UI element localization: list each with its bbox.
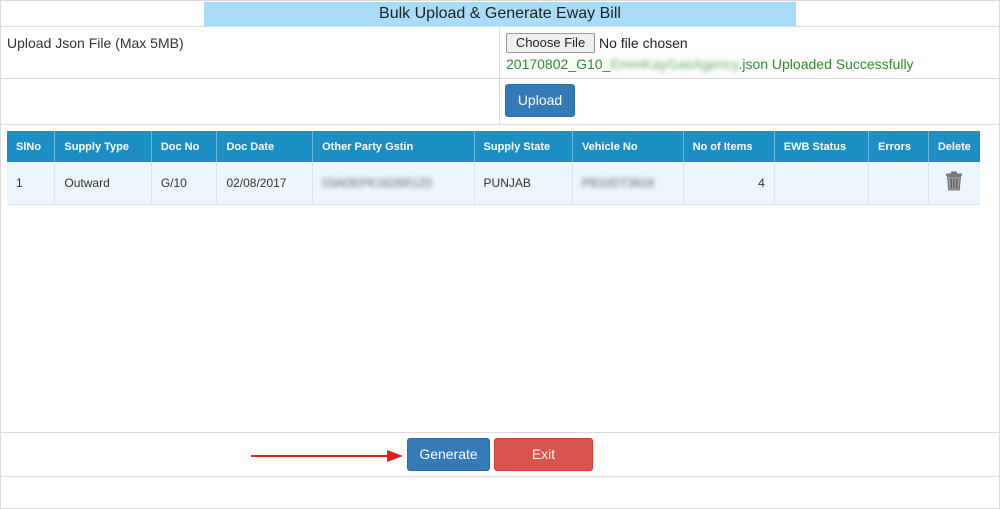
red-arrow-icon (251, 450, 403, 462)
column-header: Other Party Gstin (312, 131, 475, 162)
divider (0, 26, 1000, 27)
cell-doc-no: G/10 (151, 162, 218, 205)
column-header: SlNo (7, 131, 56, 162)
column-header: EWB Status (774, 131, 870, 162)
page-title: Bulk Upload & Generate Eway Bill (204, 2, 796, 26)
column-header: Supply State (474, 131, 573, 162)
upload-success-prefix: 20170802_G10_ (506, 56, 611, 72)
upload-json-label: Upload Json File (Max 5MB) (7, 35, 184, 51)
gstin-value: 03ADEPK1626R1Z0 (322, 175, 433, 190)
cell-vehicle-no: PB10DT3618 (572, 162, 684, 205)
column-header: Errors (868, 131, 929, 162)
column-header: Supply Type (54, 131, 152, 162)
cell-doc-date: 02/08/2017 (216, 162, 314, 205)
cell-delete (928, 162, 980, 205)
eway-bill-table: SlNo Supply Type Doc No Doc Date Other P… (7, 131, 980, 205)
cell-gstin: 03ADEPK1626R1Z0 (312, 162, 475, 205)
choose-file-button[interactable]: Choose File (506, 33, 595, 53)
upload-button[interactable]: Upload (505, 84, 575, 117)
table-row: 1 Outward G/10 02/08/2017 03ADEPK1626R1Z… (7, 162, 980, 205)
upload-success-suffix: .json Uploaded Successfully (738, 56, 914, 72)
column-header: Doc No (151, 131, 218, 162)
divider (0, 476, 1000, 477)
table-header-row: SlNo Supply Type Doc No Doc Date Other P… (7, 131, 980, 162)
column-header: Vehicle No (572, 131, 684, 162)
cell-errors (868, 162, 929, 205)
column-header: No of Items (683, 131, 775, 162)
column-header: Doc Date (216, 131, 314, 162)
vehicle-no-value: PB10DT3618 (581, 175, 654, 190)
upload-success-blurred: EmmKayGasAgency (610, 56, 739, 72)
cell-supply-state: PUNJAB (474, 162, 573, 205)
exit-button[interactable]: Exit (494, 438, 593, 471)
cell-supply-type: Outward (54, 162, 152, 205)
cell-slno: 1 (7, 162, 56, 205)
trash-icon[interactable] (945, 171, 963, 191)
no-file-chosen-text: No file chosen (599, 35, 688, 51)
divider (499, 26, 500, 124)
divider (0, 432, 1000, 433)
cell-ewb-status (774, 162, 870, 205)
column-header: Delete (928, 131, 980, 162)
upload-success-message: 20170802_G10_EmmKayGasAgency.json Upload… (506, 56, 914, 72)
divider (0, 78, 1000, 79)
cell-no-of-items: 4 (683, 162, 775, 205)
generate-button[interactable]: Generate (407, 438, 490, 471)
divider (0, 124, 1000, 125)
